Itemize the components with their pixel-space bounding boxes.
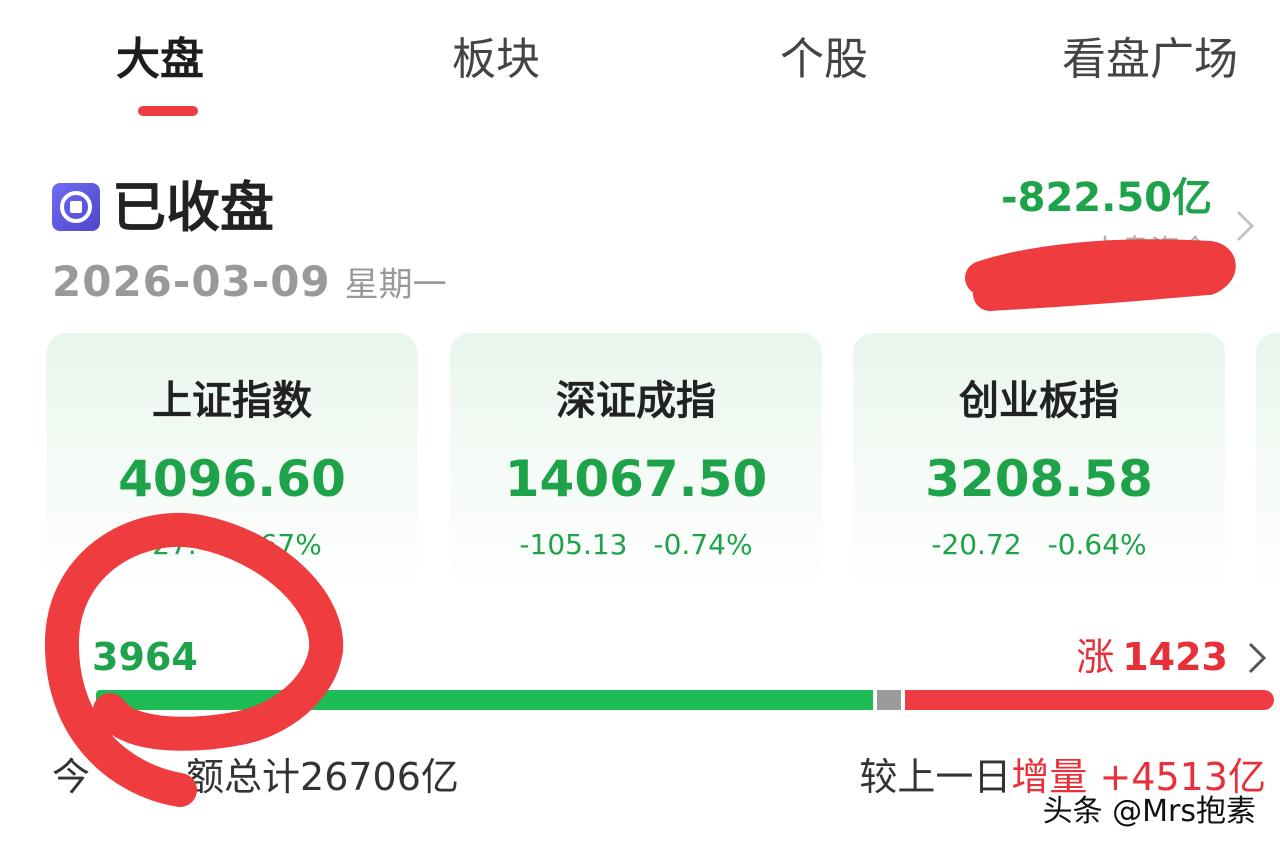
index-value: 3208.58 bbox=[925, 450, 1153, 508]
tab-sectors[interactable]: 板块 bbox=[452, 30, 540, 90]
index-change-percent: -0.67% bbox=[222, 528, 322, 561]
chevron-right-icon[interactable] bbox=[1232, 208, 1258, 244]
market-overview-screen: 大盘 板块 个股 看盘广场 已收盘 2026-03-09 星期一 -822.50亿… bbox=[0, 0, 1280, 852]
index-change: -27. -0.67% bbox=[46, 527, 418, 563]
index-change: -105.13 -0.74% bbox=[450, 527, 822, 563]
tab-stocks[interactable]: 个股 bbox=[780, 30, 868, 90]
breadth-bar-flat bbox=[877, 690, 901, 710]
index-card-chinext[interactable]: 创业板指 3208.58 -20.72 -0.64% bbox=[853, 333, 1225, 593]
index-name: 深证成指 bbox=[556, 378, 716, 424]
tab-market[interactable]: 大盘 bbox=[116, 30, 204, 90]
trade-date-row: 2026-03-09 星期一 bbox=[52, 254, 447, 310]
rise-label: 涨 bbox=[1076, 635, 1115, 679]
index-value: 14067.50 bbox=[504, 450, 768, 508]
capital-flow-value[interactable]: -822.50亿 bbox=[1001, 172, 1212, 224]
fall-count: 3964 bbox=[92, 635, 198, 679]
breadth-bar-fall bbox=[96, 690, 873, 710]
breadth-bar-rise bbox=[905, 690, 1274, 710]
turnover-text: 额总计26706亿 bbox=[186, 755, 459, 799]
rise-count-row[interactable]: 涨 1423 bbox=[1076, 632, 1228, 682]
trade-date: 2026-03-09 bbox=[52, 257, 331, 306]
index-name: 创业板指 bbox=[959, 378, 1119, 424]
market-status-icon bbox=[52, 183, 100, 231]
index-change-points: -105.13 bbox=[519, 528, 628, 561]
trade-weekday: 星期一 bbox=[344, 265, 447, 305]
active-tab-indicator bbox=[138, 106, 198, 116]
turnover-prefix: 今 bbox=[52, 755, 91, 799]
tab-watch-square[interactable]: 看盘广场 bbox=[1062, 30, 1238, 90]
index-change-percent: -0.74% bbox=[653, 528, 753, 561]
index-change-points: -20.72 bbox=[931, 528, 1022, 561]
index-name: 上证指数 bbox=[152, 378, 312, 424]
top-tab-bar: 大盘 板块 个股 看盘广场 bbox=[0, 0, 1280, 120]
watermark: 头条 @Mrs抱素 bbox=[1042, 794, 1256, 829]
index-card-shanghai[interactable]: 上证指数 4096.60 -27. -0.67% bbox=[46, 333, 418, 593]
chevron-right-icon[interactable] bbox=[1244, 640, 1270, 676]
index-value: 4096.60 bbox=[118, 450, 346, 508]
index-card-shenzhen[interactable]: 深证成指 14067.50 -105.13 -0.74% bbox=[450, 333, 822, 593]
index-change-percent: -0.64% bbox=[1047, 528, 1147, 561]
index-change-points: -27. bbox=[142, 528, 197, 561]
market-status-title: 已收盘 bbox=[112, 176, 274, 239]
turnover-total: 今 额总计26706亿 bbox=[52, 752, 459, 802]
rise-count: 1423 bbox=[1122, 635, 1228, 679]
index-card-next[interactable] bbox=[1256, 333, 1280, 593]
capital-flow-label[interactable]: 大盘资金 bbox=[1090, 232, 1210, 272]
turnover-compare-label: 较上一日 bbox=[859, 755, 1012, 799]
index-change: -20.72 -0.64% bbox=[853, 527, 1225, 563]
